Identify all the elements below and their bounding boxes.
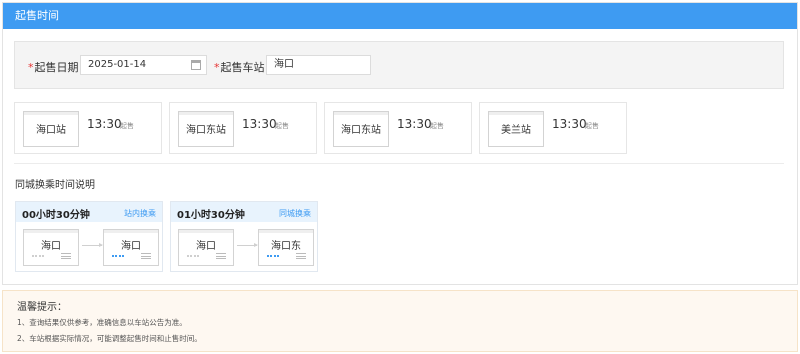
notice-title: 温馨提示： — [17, 302, 67, 313]
from-station-box: 海口 — [178, 229, 234, 266]
to-station: 海口 — [121, 241, 141, 252]
from-station: 海口 — [196, 241, 216, 252]
sale-tag: 起售 — [275, 122, 289, 130]
station-name: 海口站 — [23, 111, 79, 147]
sale-time: 13:30 — [397, 117, 432, 131]
calendar-icon[interactable] — [191, 60, 201, 70]
station-input[interactable]: 海口 — [266, 55, 371, 75]
notice-line: 2、车站根据实际情况，可能调整起售时间和止售时间。 — [17, 334, 202, 343]
station-name: 美兰站 — [488, 111, 544, 147]
transfer-duration: 01小时30分钟 — [177, 210, 245, 221]
station-card: 美兰站 13:30 起售 — [479, 102, 627, 154]
transfer-card-header: 00小时30分钟 站内换乘 — [16, 202, 162, 222]
panel-title: 起售时间 — [3, 3, 797, 29]
sale-time: 13:30 — [552, 117, 587, 131]
station-name: 海口东站 — [178, 111, 234, 147]
date-input[interactable]: 2025-01-14 — [80, 55, 207, 75]
transfer-duration: 00小时30分钟 — [22, 210, 90, 221]
station-card: 海口东站 13:30 起售 — [169, 102, 317, 154]
transfer-type: 同城换乘 — [279, 209, 311, 218]
station-label: *起售车站 — [214, 61, 265, 74]
lines-icon — [296, 253, 306, 259]
notice-line: 1、查询结果仅供参考，准确信息以车站公告为准。 — [17, 318, 187, 327]
from-station-box: 海口 — [23, 229, 79, 266]
dots-icon — [32, 255, 44, 257]
transfer-section-title: 同城换乘时间说明 — [15, 180, 95, 191]
sale-time: 13:30 — [242, 117, 277, 131]
dots-icon — [112, 255, 124, 257]
transfer-card: 00小时30分钟 站内换乘 海口 海口 — [15, 201, 163, 272]
transfer-type: 站内换乘 — [124, 209, 156, 218]
to-station-box: 海口东 — [258, 229, 314, 266]
arrow-right-icon — [237, 243, 258, 247]
sale-tag: 起售 — [120, 122, 134, 130]
to-station-box: 海口 — [103, 229, 159, 266]
sale-time: 13:30 — [87, 117, 122, 131]
transfer-card-header: 01小时30分钟 同城换乘 — [171, 202, 317, 222]
station-card: 海口站 13:30 起售 — [14, 102, 162, 154]
station-name: 海口东站 — [333, 111, 389, 147]
arrow-right-icon — [82, 243, 103, 247]
dots-icon — [267, 255, 279, 257]
query-form: *起售日期 2025-01-14 *起售车站 海口 — [14, 41, 784, 89]
station-card: 海口东站 13:30 起售 — [324, 102, 472, 154]
transfer-card: 01小时30分钟 同城换乘 海口 海口东 — [170, 201, 318, 272]
sale-tag: 起售 — [585, 122, 599, 130]
notice-box: 温馨提示： 1、查询结果仅供参考，准确信息以车站公告为准。 2、车站根据实际情况… — [2, 290, 798, 352]
date-label: *起售日期 — [28, 61, 79, 74]
to-station: 海口东 — [271, 241, 301, 252]
divider — [14, 163, 784, 164]
lines-icon — [216, 253, 226, 259]
sale-tag: 起售 — [430, 122, 444, 130]
from-station: 海口 — [41, 241, 61, 252]
lines-icon — [61, 253, 71, 259]
dots-icon — [187, 255, 199, 257]
lines-icon — [141, 253, 151, 259]
